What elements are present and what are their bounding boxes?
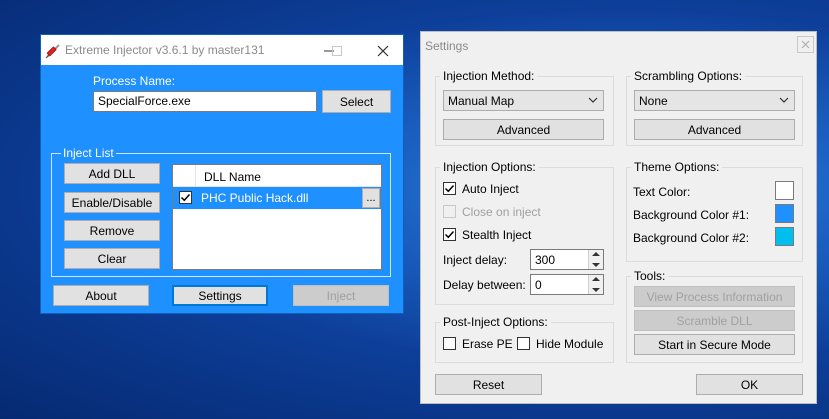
injection-advanced-button[interactable]: Advanced [443, 119, 604, 140]
background-color-1-swatch[interactable] [775, 204, 794, 223]
scrambling-advanced-button[interactable]: Advanced [634, 119, 795, 140]
close-icon[interactable] [377, 45, 389, 57]
dll-row-more-button[interactable]: ... [362, 188, 380, 208]
start-secure-mode-button[interactable]: Start in Secure Mode [634, 334, 795, 355]
text-color-label: Text Color: [633, 185, 691, 199]
process-name-label: Process Name: [93, 74, 176, 88]
close-on-inject-checkbox[interactable] [443, 205, 456, 218]
settings-window: Settings Injection Method: Manual Map Ad… [420, 31, 817, 404]
dll-list[interactable]: DLL Name PHC Public Hack.dll ... [172, 164, 382, 270]
reset-button[interactable]: Reset [435, 374, 542, 395]
delay-between-value: 0 [535, 277, 542, 292]
tools-label: Tools: [631, 269, 669, 283]
add-dll-button[interactable]: Add DLL [64, 163, 160, 184]
injector-titlebar[interactable]: Extreme Injector v3.6.1 by master131 [41, 35, 403, 65]
close-icon [801, 40, 810, 49]
delay-between-spinner[interactable] [588, 275, 603, 294]
scrambling-value: None [639, 93, 668, 108]
maximize-icon[interactable] [331, 45, 343, 57]
inject-button[interactable]: Inject [293, 285, 389, 306]
settings-button[interactable]: Settings [172, 285, 268, 306]
clear-button[interactable]: Clear [64, 248, 160, 269]
delay-between-input[interactable]: 0 [530, 274, 604, 295]
post-inject-options-label: Post-Inject Options: [440, 315, 551, 329]
erase-pe-label: Erase PE [462, 337, 513, 351]
inject-delay-value: 300 [535, 252, 556, 267]
select-process-button[interactable]: Select [322, 90, 391, 113]
chevron-down-icon [588, 97, 598, 103]
syringe-icon [45, 44, 60, 59]
dll-name-column-header: DLL Name [204, 170, 261, 184]
dll-row-checkbox[interactable] [179, 191, 192, 204]
view-process-information-button[interactable]: View Process Information [634, 286, 795, 307]
dll-row[interactable]: PHC Public Hack.dll ... [173, 187, 381, 209]
settings-close-button[interactable] [797, 36, 814, 53]
inject-delay-label: Inject delay: [443, 253, 508, 267]
settings-title: Settings [425, 39, 469, 53]
remove-button[interactable]: Remove [64, 220, 160, 241]
dll-list-header: DLL Name [173, 165, 381, 187]
scramble-dll-button[interactable]: Scramble DLL [634, 310, 795, 331]
background-color-1-label: Background Color #1: [633, 208, 750, 222]
inject-delay-input[interactable]: 300 [530, 249, 604, 270]
scrambling-options-label: Scrambling Options: [631, 69, 746, 83]
enable-disable-button[interactable]: Enable/Disable [64, 192, 160, 213]
background-color-2-label: Background Color #2: [633, 231, 750, 245]
ok-button[interactable]: OK [696, 374, 803, 395]
injection-options-label: Injection Options: [440, 160, 539, 174]
scrambling-select[interactable]: None [634, 90, 795, 111]
about-button[interactable]: About [53, 285, 149, 306]
injection-method-label: Injection Method: [440, 69, 538, 83]
stealth-inject-checkbox[interactable] [443, 228, 456, 241]
inject-delay-spinner[interactable] [588, 250, 603, 269]
injection-method-value: Manual Map [448, 93, 515, 108]
background-color-2-swatch[interactable] [775, 227, 794, 246]
text-color-swatch[interactable] [775, 181, 794, 200]
hide-module-label: Hide Module [536, 337, 604, 351]
auto-inject-label: Auto Inject [462, 182, 519, 196]
close-on-inject-label: Close on inject [462, 205, 541, 219]
process-name-input[interactable]: SpecialForce.exe [93, 91, 317, 112]
auto-inject-checkbox[interactable] [443, 182, 456, 195]
dll-row-name: PHC Public Hack.dll [201, 191, 309, 205]
theme-options-label: Theme Options: [631, 160, 723, 174]
injector-title: Extreme Injector v3.6.1 by master131 [65, 43, 265, 57]
erase-pe-checkbox[interactable] [443, 337, 456, 350]
injection-method-select[interactable]: Manual Map [443, 90, 604, 111]
hide-module-checkbox[interactable] [517, 337, 530, 350]
injector-window: Extreme Injector v3.6.1 by master131 Pro… [40, 34, 404, 314]
inject-list-label: Inject List [61, 146, 116, 160]
chevron-down-icon [779, 97, 789, 103]
delay-between-label: Delay between: [443, 278, 526, 292]
stealth-inject-label: Stealth Inject [462, 228, 532, 242]
